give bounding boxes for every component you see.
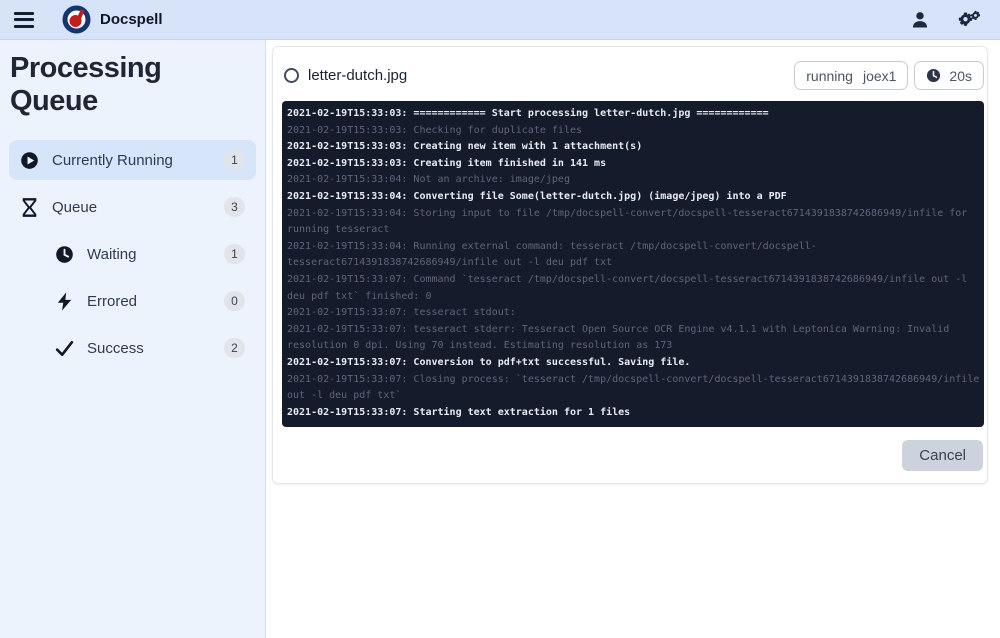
job-filename: letter-dutch.jpg (308, 67, 408, 84)
cancel-button[interactable]: Cancel (902, 440, 983, 472)
hourglass-icon (20, 197, 39, 217)
queue-menu: Currently Running 1 Queue 3 Waiting 1 Er… (0, 140, 265, 368)
topbar: Docspell (0, 0, 1000, 40)
log-line: 2021-02-19T15:33:03: Checking for duplic… (287, 124, 583, 136)
log-line: 2021-02-19T15:33:04: Not an archive: ima… (287, 174, 570, 186)
brand[interactable]: Docspell (62, 5, 163, 34)
sidebar-item-label: Currently Running (52, 151, 173, 169)
gears-icon[interactable] (956, 10, 980, 30)
count-badge: 0 (224, 291, 245, 311)
count-badge: 3 (224, 197, 245, 217)
log-line: 2021-02-19T15:33:03: ============ Start … (287, 108, 769, 119)
spinner-icon (284, 68, 299, 83)
log-line: 2021-02-19T15:33:07: Closing process: `t… (287, 373, 986, 402)
log-output: 2021-02-19T15:33:03: ============ Start … (282, 101, 986, 428)
clock-icon (55, 245, 74, 264)
log-line: 2021-02-19T15:33:07: tesseract stderr: T… (287, 323, 956, 352)
count-badge: 1 (224, 150, 245, 170)
log-line: 2021-02-19T15:33:07: Starting text extra… (287, 406, 631, 418)
log-line: 2021-02-19T15:33:04: Converting file Som… (287, 190, 787, 202)
main-content: letter-dutch.jpg running joex1 20s 2021-… (266, 40, 1000, 638)
docspell-logo (62, 5, 91, 34)
job-card: letter-dutch.jpg running joex1 20s 2021-… (272, 46, 988, 485)
sidebar: Processing Queue Currently Running 1 Que… (0, 40, 266, 638)
log-line: 2021-02-19T15:33:04: Storing input to fi… (287, 207, 974, 236)
sidebar-item-label: Queue (52, 198, 98, 216)
clock-icon (926, 68, 941, 83)
log-line: 2021-02-19T15:33:04: Running external co… (287, 240, 817, 269)
job-state-badge: running joex1 (794, 61, 909, 90)
log-line: 2021-02-19T15:33:03: Creating item finis… (287, 157, 607, 169)
count-badge: 2 (224, 338, 245, 358)
play-circle-icon (20, 151, 39, 170)
log-line: 2021-02-19T15:33:07: Command `tesseract … (287, 273, 974, 302)
log-line: 2021-02-19T15:33:07: tesseract stdout: (287, 307, 516, 319)
sidebar-item-label: Errored (87, 292, 138, 310)
job-duration-badge: 20s (914, 61, 984, 90)
sidebar-item-currently-running[interactable]: Currently Running 1 (9, 140, 256, 180)
job-card-header: letter-dutch.jpg running joex1 20s (282, 55, 984, 101)
app-title: Docspell (100, 11, 163, 28)
sidebar-item-errored[interactable]: Errored 0 (9, 281, 256, 321)
sidebar-item-success[interactable]: Success 2 (9, 328, 256, 368)
job-card-footer: Cancel (282, 427, 984, 473)
job-worker: joex1 (862, 67, 897, 84)
log-line: 2021-02-19T15:33:07: Conversion to pdf+t… (287, 356, 691, 368)
sidebar-item-waiting[interactable]: Waiting 1 (9, 234, 256, 274)
sidebar-item-label: Success (87, 339, 144, 357)
hamburger-menu-icon[interactable] (14, 11, 34, 28)
user-icon[interactable] (910, 10, 930, 30)
page-title: Processing Queue (10, 52, 162, 117)
job-duration: 20s (949, 67, 972, 84)
count-badge: 1 (224, 244, 245, 264)
sidebar-item-queue[interactable]: Queue 3 (9, 187, 256, 227)
log-line: 2021-02-19T15:33:03: Creating new item w… (287, 141, 643, 153)
job-state: running (806, 67, 853, 84)
check-icon (55, 339, 74, 358)
sidebar-item-label: Waiting (87, 245, 137, 263)
bolt-icon (55, 291, 74, 311)
